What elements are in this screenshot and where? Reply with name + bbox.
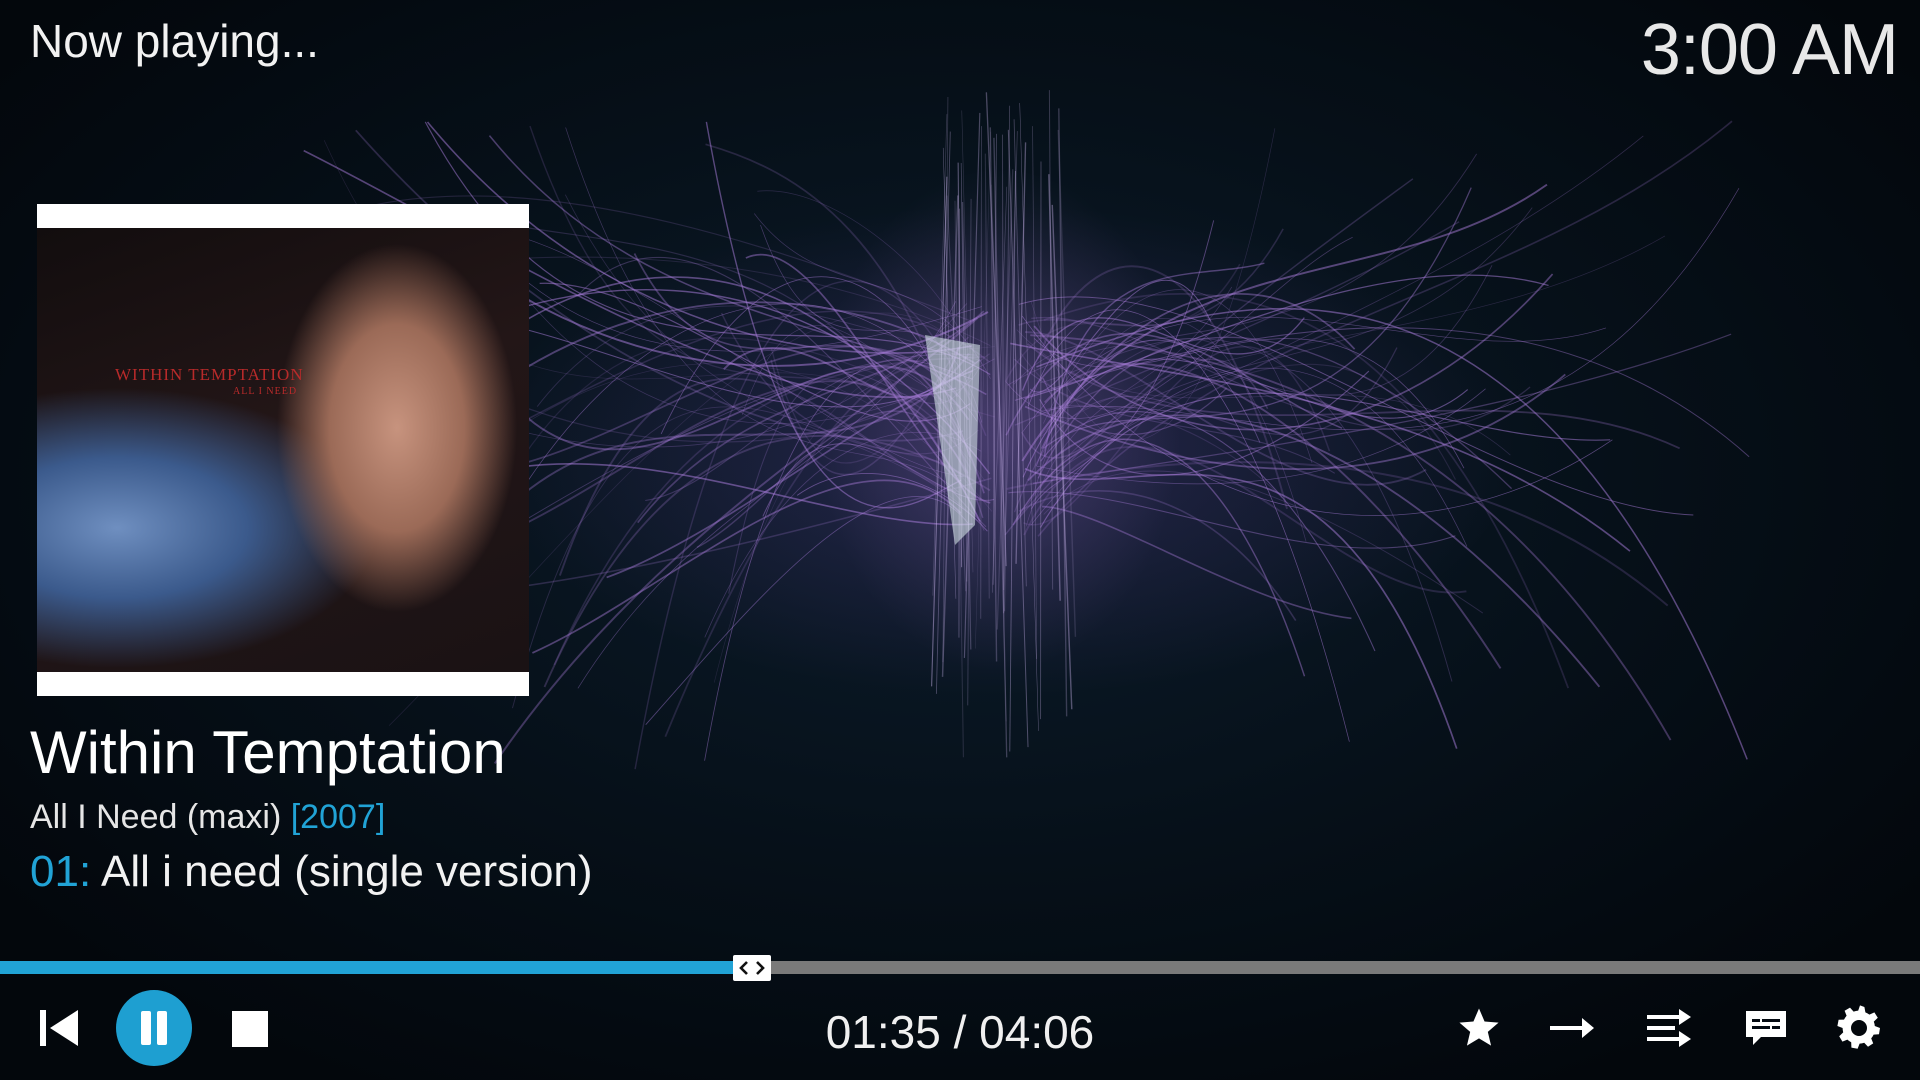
visualizer-strand — [705, 121, 962, 509]
cover-album-name: ALL I NEED — [233, 386, 298, 397]
track-line: 01: All i need (single version) — [30, 846, 593, 898]
album-name: All I Need (maxi) — [30, 798, 282, 836]
track-number: 01: — [30, 847, 92, 896]
shuffle-icon — [1647, 1009, 1691, 1047]
arrow-right-icon — [1550, 1018, 1594, 1038]
visualizer-strand — [1024, 467, 1458, 749]
gear-icon — [1837, 1005, 1880, 1049]
album-cover: WITHIN TEMPTATION ALL I NEED — [37, 204, 529, 696]
artist-name: Within Temptation — [30, 719, 506, 786]
track-title: All i need (single version) — [100, 847, 593, 896]
visualizer-strand — [471, 337, 996, 550]
subtitles-button[interactable] — [1741, 1003, 1791, 1053]
visualizer-strand — [1042, 505, 1352, 620]
star-icon — [1459, 1008, 1499, 1046]
visualizer-strand — [1039, 392, 1611, 528]
subtitles-icon — [1746, 1011, 1786, 1045]
page-title: Now playing... — [30, 15, 319, 67]
seek-bar-progress — [0, 961, 741, 974]
album-art-image: WITHIN TEMPTATION ALL I NEED — [37, 228, 529, 672]
visualizer-spike — [1032, 126, 1037, 659]
visualizer-strand — [1043, 470, 1484, 614]
visualizer-strand — [1043, 362, 1502, 669]
cover-band-name: WITHIN TEMPTATION — [115, 365, 304, 384]
shuffle-button[interactable] — [1644, 1003, 1694, 1053]
visualizer-strand — [1023, 445, 1467, 594]
visualizer-strand — [645, 496, 969, 725]
settings-button[interactable] — [1836, 1003, 1886, 1053]
visualizer-spike — [984, 153, 990, 599]
favourite-button[interactable] — [1454, 1003, 1504, 1053]
album-year: [2007] — [290, 798, 386, 836]
playback-time: 01:35 / 04:06 — [825, 1006, 1095, 1058]
repeat-button[interactable] — [1547, 1003, 1597, 1053]
seek-handle[interactable] — [733, 955, 771, 981]
visualizer-strand — [565, 127, 959, 493]
visualizer-strand — [1040, 411, 1376, 652]
album-line: All I Need (maxi) [2007] — [30, 796, 385, 838]
clock: 3:00 AM — [1640, 10, 1899, 90]
seek-arrows-icon — [739, 961, 765, 975]
visualizer-strand — [553, 355, 985, 666]
